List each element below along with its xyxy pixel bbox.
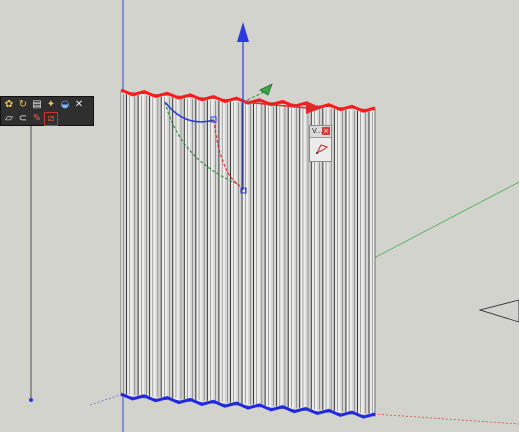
close-icon[interactable]: ×: [322, 127, 330, 135]
mini-window-titlebar[interactable]: V... ×: [310, 126, 331, 138]
guide-endpoint: [29, 398, 33, 402]
floating-toolbar[interactable]: ✿ ↻ ▤ ✦ ◒ ✕ ▱ ⊂ ✎ ⧄: [0, 96, 94, 126]
cross-icon[interactable]: ✕: [73, 99, 85, 111]
toolbar-row: ✿ ↻ ▤ ✦ ◒ ✕: [1, 98, 85, 112]
polygon-tool-icon[interactable]: [316, 143, 328, 155]
paint-icon[interactable]: ✿: [3, 99, 15, 111]
modeling-viewport[interactable]: [0, 0, 519, 432]
shape-icon[interactable]: ▱: [3, 113, 15, 125]
toolbar-row: ▱ ⊂ ✎ ⧄: [1, 112, 58, 126]
document-icon[interactable]: ▤: [31, 99, 43, 111]
wand-icon[interactable]: ✦: [45, 99, 57, 111]
mini-tool-window[interactable]: V... ×: [309, 125, 332, 162]
orbit-icon[interactable]: ↻: [17, 99, 29, 111]
edge-icon[interactable]: ⧄: [44, 112, 58, 126]
pencil-icon[interactable]: ✎: [31, 113, 43, 125]
drop-icon[interactable]: ◒: [59, 99, 71, 111]
mini-window-title: V...: [312, 127, 323, 135]
lasso-icon[interactable]: ⊂: [17, 113, 29, 125]
corrugated-wall[interactable]: [120, 88, 376, 419]
